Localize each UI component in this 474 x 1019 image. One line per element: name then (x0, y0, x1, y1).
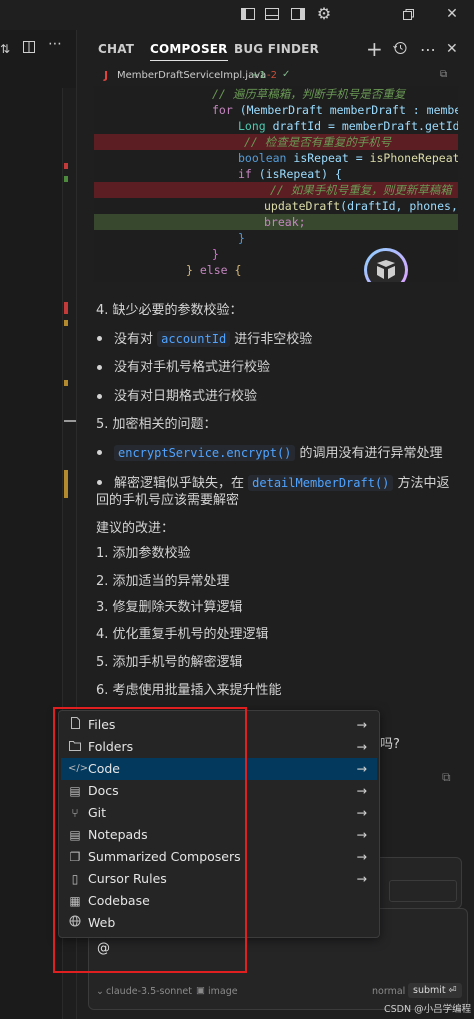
list-item: 没有对 accountId 进行非空校验 (114, 331, 313, 347)
bullet-dot (97, 480, 102, 485)
arrow-right-icon: → (356, 783, 367, 798)
more-actions-icon[interactable]: ⋯ (48, 36, 62, 52)
list-item: 没有对日期格式进行校验 (114, 389, 258, 404)
section-heading: 4. 缺少必要的参数校验： (96, 303, 243, 318)
ruler-mark (64, 302, 68, 314)
arrow-right-icon: → (356, 849, 367, 864)
bullet-dot (97, 365, 102, 370)
ruler-mark (64, 420, 76, 422)
open-file-icon[interactable]: ⧉ (440, 69, 447, 80)
enter-icon: ⏎ (448, 985, 457, 996)
model-chevron-icon[interactable]: ⌄ (96, 986, 104, 997)
ruler-mark (64, 320, 68, 326)
bullet-dot (97, 394, 102, 399)
tab-bug-finder[interactable]: BUG FINDER (234, 42, 319, 56)
tab-chat[interactable]: CHAT (98, 42, 134, 56)
arrow-right-icon: → (356, 871, 367, 886)
list-item-continuation: 回的手机号应该需要解密 (96, 493, 240, 508)
copy-icon[interactable]: ⧉ (442, 770, 451, 785)
mode-label[interactable]: normal (372, 986, 405, 997)
panel-tabs: CHAT COMPOSER BUG FINDER + ⋯ ✕ (88, 32, 474, 66)
ruler-mark (64, 380, 68, 386)
arrow-right-icon: → (356, 827, 367, 842)
cursor-logo-icon (377, 260, 395, 279)
restore-icon[interactable] (400, 6, 416, 22)
suggestion-item: 6. 考虑使用批量插入来提升性能 (96, 683, 282, 698)
more-options-icon[interactable]: ⋯ (420, 40, 436, 59)
deleted-code-line: // 检查是否有重复的手机号 (94, 134, 458, 150)
bullet-dot (97, 450, 102, 455)
image-button[interactable]: image (208, 986, 238, 997)
added-code-line: break; (94, 214, 458, 230)
close-panel-icon[interactable]: ✕ (446, 41, 458, 57)
ruler-mark (64, 176, 68, 182)
section-heading: 5. 加密相关的问题： (96, 417, 217, 432)
close-icon[interactable]: ✕ (444, 6, 460, 22)
submit-button[interactable]: submit ⏎ (408, 983, 462, 998)
layout-sidebar-left-icon[interactable] (240, 6, 256, 22)
file-header[interactable]: J MemberDraftServiceImpl.java +1 -2 ✓ ⧉ (94, 66, 458, 86)
code-line: updateDraft(draftId, phones, (264, 199, 458, 213)
list-item: 没有对手机号格式进行校验 (114, 360, 271, 375)
suggestion-item: 5. 添加手机号的解密逻辑 (96, 655, 243, 670)
source-control-icon[interactable]: ⇅ (0, 42, 10, 56)
gear-icon[interactable]: ⚙ (316, 6, 332, 22)
code-line: } (238, 231, 245, 245)
suggestion-item: 3. 修复删除天数计算逻辑 (96, 600, 243, 615)
highlight-annotation-box (53, 707, 247, 973)
code-line: if (isRepeat) { (238, 167, 342, 181)
code-diff-block[interactable]: // 遍历草稿箱，判断手机号是否重复 for (MemberDraft memb… (94, 86, 458, 282)
suggestion-item: 2. 添加适当的异常处理 (96, 574, 230, 589)
split-editor-icon[interactable] (22, 40, 36, 58)
image-icon[interactable]: ▣ (196, 985, 205, 996)
list-item: 解密逻辑似乎缺失，在 detailMemberDraft() 方法中返 (114, 475, 450, 491)
suggestion-item: 4. 优化重复手机号的处理逻辑 (96, 627, 269, 642)
title-bar: ⚙ ✕ (0, 0, 474, 30)
lines-removed: -2 (267, 70, 277, 81)
suggestions-heading: 建议的改进： (96, 521, 175, 536)
code-line: Long draftId = memberDraft.getId( (238, 119, 458, 133)
ruler-mark (64, 470, 68, 498)
layout-panel-icon[interactable] (264, 6, 280, 22)
arrow-right-icon: → (356, 805, 367, 820)
deleted-code-line: // 如果手机号重复，则更新草稿箱 (94, 182, 458, 198)
watermark: CSDN @小吕学编程 (384, 1004, 472, 1015)
layout-sidebar-right-icon[interactable] (290, 6, 306, 22)
code-line: // 遍历草稿箱，判断手机号是否重复 (212, 87, 406, 101)
check-icon: ✓ (282, 69, 291, 80)
code-line: for (MemberDraft memberDraft : member (212, 103, 458, 117)
trailing-text: 吗? (380, 737, 400, 752)
arrow-right-icon: → (356, 717, 367, 732)
code-line: boolean isRepeat = isPhoneRepeated (238, 151, 458, 165)
list-item: encryptService.encrypt() 的调用没有进行异常处理 (114, 444, 474, 463)
arrow-right-icon: → (356, 739, 367, 754)
ruler-mark (64, 163, 68, 169)
new-composer-icon[interactable]: + (366, 37, 383, 61)
arrow-right-icon: → (356, 761, 367, 776)
java-file-icon: J (104, 69, 109, 82)
suggestion-item: 1. 添加参数校验 (96, 546, 191, 561)
tab-composer[interactable]: COMPOSER (150, 42, 228, 61)
file-name[interactable]: MemberDraftServiceImpl.java (117, 70, 266, 81)
bullet-dot (97, 336, 102, 341)
history-icon[interactable] (392, 40, 408, 60)
composer-footer: ⌄ claude-3.5-sonnet ▣ image normal submi… (88, 982, 466, 1002)
lines-added: +1 (251, 70, 266, 81)
context-chip[interactable] (389, 880, 457, 902)
model-selector[interactable]: claude-3.5-sonnet (106, 986, 192, 997)
